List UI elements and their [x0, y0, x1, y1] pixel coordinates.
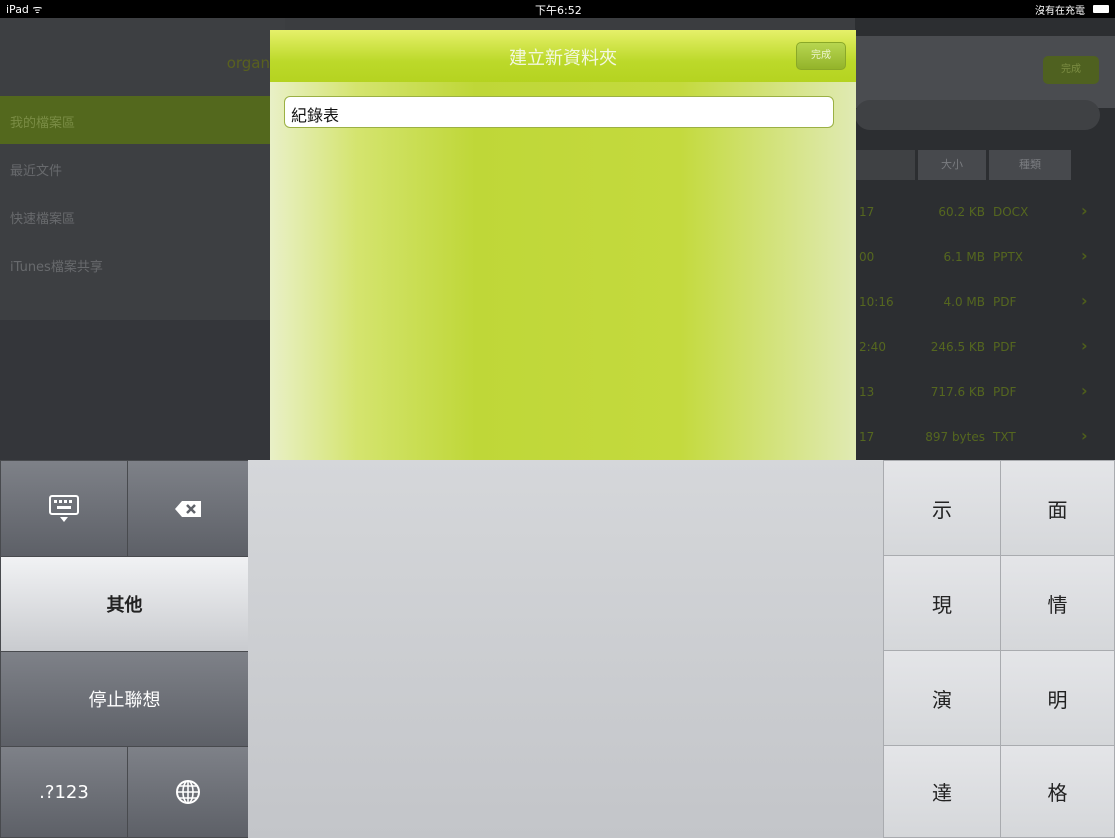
delete-key[interactable] — [127, 460, 249, 557]
candidate-key[interactable]: 明 — [1000, 650, 1115, 746]
keyboard-dismiss-key[interactable] — [0, 460, 128, 557]
battery-icon — [1093, 5, 1109, 13]
column-header-date[interactable] — [855, 150, 915, 180]
sidebar-title: organ — [226, 54, 270, 72]
sidebar-item-itunes[interactable]: iTunes檔案共享 — [0, 240, 285, 288]
keyboard-dismiss-icon — [49, 494, 79, 522]
folder-name-input[interactable]: 紀錄表 — [284, 96, 834, 128]
candidate-key[interactable]: 情 — [1000, 555, 1115, 651]
dialog-title: 建立新資料夾 — [509, 48, 617, 69]
candidate-key[interactable]: 演 — [883, 650, 1001, 746]
file-rows: 17 60.2 KB DOCX › 00 6.1 MB PPTX › 10:16… — [855, 188, 1115, 460]
delete-icon — [175, 500, 201, 517]
candidate-area — [248, 460, 883, 838]
new-folder-dialog — [270, 30, 856, 462]
chevron-right-icon: › — [1081, 291, 1088, 310]
column-header-size[interactable]: 大小 — [918, 150, 986, 180]
status-time: 下午6:52 — [535, 4, 582, 17]
sidebar-item-my-files[interactable]: 我的檔案區 — [0, 96, 285, 144]
charging-status: 沒有在充電 — [1035, 6, 1085, 17]
candidate-key[interactable]: 現 — [883, 555, 1001, 651]
device-label: iPad ᯤ — [6, 3, 43, 16]
stop-association-key[interactable]: 停止聯想 — [0, 651, 249, 747]
chevron-right-icon: › — [1081, 246, 1088, 265]
toolbar-done-button[interactable]: 完成 — [1043, 56, 1099, 84]
table-row[interactable]: 00 6.1 MB PPTX › — [855, 233, 1115, 278]
chevron-right-icon: › — [1081, 426, 1088, 445]
other-key[interactable]: 其他 — [0, 556, 249, 652]
table-row[interactable]: 2:40 246.5 KB PDF › — [855, 323, 1115, 368]
column-header-type[interactable]: 種類 — [989, 150, 1071, 180]
candidate-key[interactable]: 達 — [883, 745, 1001, 838]
status-bar: iPad ᯤ 下午6:52 沒有在充電 — [0, 0, 1115, 18]
table-row[interactable]: 17 897 bytes TXT › — [855, 413, 1115, 458]
sidebar-empty-area — [0, 320, 285, 460]
dialog-done-button[interactable]: 完成 — [796, 42, 846, 70]
globe-icon — [176, 780, 200, 804]
candidate-key[interactable]: 格 — [1000, 745, 1115, 838]
table-row[interactable]: 13 717.6 KB PDF › — [855, 368, 1115, 413]
numbers-key[interactable]: .?123 — [0, 746, 128, 838]
candidate-key[interactable]: 示 — [883, 460, 1001, 556]
table-row[interactable]: 10:16 4.0 MB PDF › — [855, 278, 1115, 323]
sidebar-item-recent[interactable]: 最近文件 — [0, 144, 285, 192]
chevron-right-icon: › — [1081, 381, 1088, 400]
table-row[interactable]: 17 60.2 KB DOCX › — [855, 188, 1115, 233]
search-input[interactable] — [855, 100, 1100, 130]
globe-key[interactable] — [127, 746, 249, 838]
candidate-key[interactable]: 面 — [1000, 460, 1115, 556]
chevron-right-icon: › — [1081, 201, 1088, 220]
sidebar-item-quick[interactable]: 快速檔案區 — [0, 192, 285, 240]
chevron-right-icon: › — [1081, 336, 1088, 355]
